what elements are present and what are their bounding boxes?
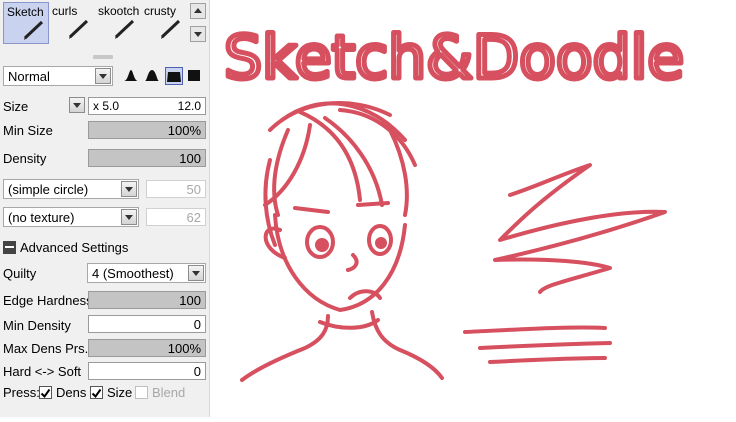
brush-shape-4[interactable] xyxy=(186,67,204,85)
pencil-icon xyxy=(160,19,181,39)
hard-soft-value: 0 xyxy=(193,364,201,379)
scroll-down-button[interactable] xyxy=(190,26,206,42)
min-size-slider[interactable]: 100% xyxy=(88,121,206,139)
edge-shape-icon xyxy=(167,72,181,82)
brush-shape-value: (simple circle) xyxy=(8,182,89,197)
panel-resize-grip[interactable] xyxy=(93,55,113,59)
press-size-checkbox[interactable] xyxy=(90,386,103,399)
press-label: Press: xyxy=(3,385,40,400)
brush-name: skootch xyxy=(98,4,140,18)
texture-amount-value: 62 xyxy=(186,210,201,225)
min-density-slider[interactable]: 0 xyxy=(88,315,206,333)
quality-dropdown[interactable]: 4 (Smoothest) xyxy=(87,263,206,283)
texture-amount-slider[interactable]: 62 xyxy=(146,208,206,226)
density-label: Density xyxy=(3,151,47,166)
pencil-icon xyxy=(68,19,89,39)
doodle-artwork: Sketch&Doodle xyxy=(222,21,687,382)
chevron-down-icon xyxy=(95,68,111,84)
size-field[interactable]: x 5.0 12.0 xyxy=(88,97,206,115)
min-size-label: Min Size xyxy=(3,123,53,138)
checkmark-icon xyxy=(91,388,102,399)
checkmark-icon xyxy=(40,388,51,399)
blend-mode-dropdown[interactable]: Normal xyxy=(3,66,113,86)
brush-tile-crusty[interactable]: crusty xyxy=(141,2,187,44)
edge-shape-icon xyxy=(124,70,138,81)
shape-amount-value: 50 xyxy=(186,182,201,197)
brush-name: Sketch xyxy=(7,5,44,19)
quality-value: 4 (Smoothest) xyxy=(92,266,174,281)
density-value: 100 xyxy=(179,151,201,166)
min-density-label: Min Density xyxy=(3,318,71,333)
chevron-down-icon xyxy=(121,181,137,197)
advanced-settings-label: Advanced Settings xyxy=(20,240,129,255)
chevron-down-icon xyxy=(121,209,137,225)
scribble-strokes xyxy=(463,163,667,364)
brush-name: curls xyxy=(52,4,78,18)
texture-value: (no texture) xyxy=(8,210,75,225)
max-dens-prs-label: Max Dens Prs. xyxy=(3,341,89,356)
hard-soft-slider[interactable]: 0 xyxy=(88,362,206,380)
shape-amount-slider[interactable]: 50 xyxy=(146,180,206,198)
min-density-value: 0 xyxy=(193,317,201,332)
size-value: 12.0 xyxy=(177,99,201,113)
press-dens-checkbox[interactable] xyxy=(39,386,52,399)
brush-tile-curls[interactable]: curls xyxy=(49,2,95,44)
edge-hardness-slider[interactable]: 100 xyxy=(88,291,206,309)
size-multiplier: x 5.0 xyxy=(93,99,120,113)
edge-shape-icon xyxy=(145,70,159,81)
chevron-down-icon xyxy=(188,265,204,281)
edge-hardness-value: 100 xyxy=(179,293,201,308)
arrow-up-icon xyxy=(194,8,202,13)
edge-hardness-label: Edge Hardness xyxy=(3,293,93,308)
canvas-title: Sketch&Doodle xyxy=(224,23,684,93)
min-size-value: 100% xyxy=(167,123,201,138)
press-blend-label: Blend xyxy=(152,385,186,400)
density-slider[interactable]: 100 xyxy=(88,149,206,167)
press-blend-checkbox[interactable] xyxy=(135,386,148,399)
scroll-up-button[interactable] xyxy=(190,3,206,19)
arrow-down-icon xyxy=(194,32,202,37)
press-size-label: Size xyxy=(107,385,133,400)
pencil-icon xyxy=(23,20,44,40)
brush-shape-dropdown[interactable]: (simple circle) xyxy=(3,179,139,199)
brush-shape-2[interactable] xyxy=(144,67,162,85)
quality-label: Quilty xyxy=(3,266,37,281)
blend-mode-value: Normal xyxy=(8,69,50,84)
max-dens-prs-value: 100% xyxy=(167,341,201,356)
brush-shape-1[interactable] xyxy=(123,67,141,85)
drawing-canvas[interactable]: Sketch&Doodle xyxy=(210,0,736,417)
edge-shape-icon xyxy=(188,70,200,81)
size-label: Size xyxy=(3,99,29,114)
texture-dropdown[interactable]: (no texture) xyxy=(3,207,139,227)
size-range-dropdown[interactable] xyxy=(69,97,85,113)
pencil-icon xyxy=(114,19,135,39)
brush-tile-sketch[interactable]: Sketch xyxy=(3,2,49,44)
brush-shape-3[interactable] xyxy=(165,67,183,85)
brush-settings-panel: Sketch curls skootch crusty Normal Size … xyxy=(0,0,210,417)
max-dens-prs-slider[interactable]: 100% xyxy=(88,339,206,357)
face-sketch xyxy=(240,101,444,382)
brush-name: crusty xyxy=(144,4,177,18)
collapse-icon[interactable] xyxy=(3,241,16,254)
press-dens-label: Dens xyxy=(56,385,87,400)
brush-tile-skootch[interactable]: skootch xyxy=(95,2,141,44)
hard-soft-label: Hard <-> Soft xyxy=(3,364,82,379)
